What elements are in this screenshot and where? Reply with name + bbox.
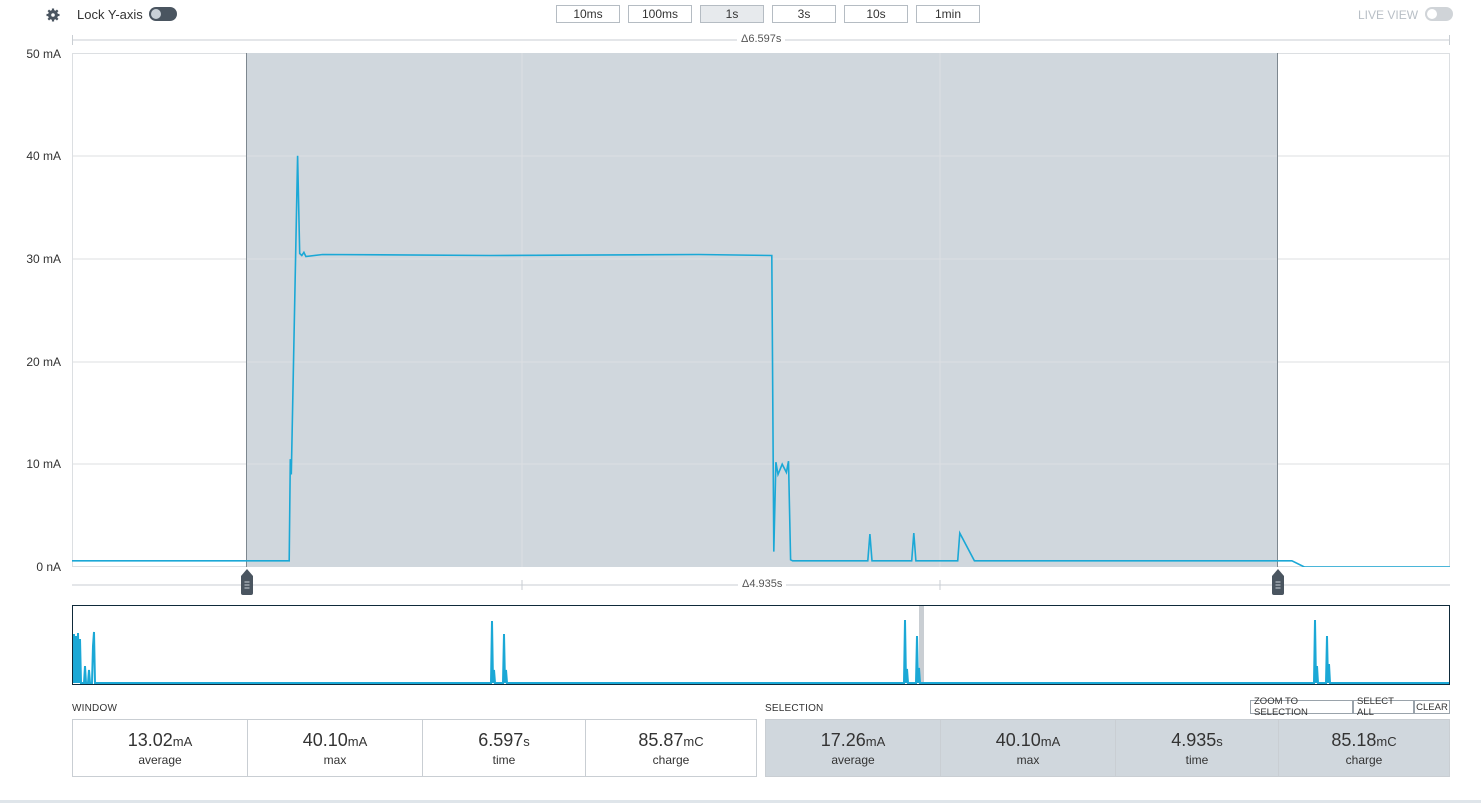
selection-time: 4.935s time	[1116, 720, 1279, 776]
selection-stats: 17.26mA average 40.10mA max 4.935s time …	[765, 719, 1450, 777]
window-100ms-button[interactable]: 100ms	[628, 5, 692, 23]
left-cursor-handle-icon[interactable]	[241, 569, 253, 595]
zoom-to-selection-button[interactable]: ZOOM TO SELECTION	[1250, 696, 1353, 718]
settings-gear-icon[interactable]	[46, 8, 60, 22]
window-1s-button[interactable]: 1s	[700, 5, 764, 23]
window-average: 13.02mA average	[73, 720, 248, 776]
selection-charge: 85.18mC charge	[1331, 729, 1397, 767]
right-cursor-handle-icon[interactable]	[1272, 569, 1284, 595]
select-all-button[interactable]: SELECT ALL	[1353, 696, 1414, 718]
window-10ms-button[interactable]: 10ms	[556, 5, 620, 23]
clear-selection-button[interactable]: CLEAR	[1414, 700, 1450, 714]
window-charge: 85.87mC charge	[638, 729, 704, 767]
lock-y-axis-label: Lock Y-axis	[77, 7, 143, 22]
live-view-label: LIVE VIEW	[1358, 8, 1419, 22]
y-tick-label: 0 nA	[36, 560, 61, 574]
selection-average: 17.26mA average	[766, 720, 941, 776]
y-tick-label: 50 mA	[26, 47, 61, 61]
window-3s-button[interactable]: 3s	[772, 5, 836, 23]
window-stats: 13.02mA average 40.10mA max 6.597s time …	[72, 719, 757, 777]
selection-area	[246, 53, 1277, 567]
window-1min-button[interactable]: 1min	[916, 5, 980, 23]
window-duration-label: Δ6.597s	[737, 33, 786, 45]
minimap-trace	[72, 606, 1449, 684]
y-tick-label: 20 mA	[26, 355, 61, 369]
selection-section-title: SELECTION	[765, 703, 824, 714]
selection-max: 40.10mA max	[941, 720, 1116, 776]
current-plot[interactable]	[72, 53, 1450, 567]
overview-minimap[interactable]	[72, 605, 1450, 685]
y-tick-label: 30 mA	[26, 252, 61, 266]
y-tick-label: 10 mA	[26, 457, 61, 471]
window-10s-button[interactable]: 10s	[844, 5, 908, 23]
selection-duration-label: Δ4.935s	[738, 578, 787, 590]
y-tick-label: 40 mA	[26, 149, 61, 163]
window-section-title: WINDOW	[72, 703, 118, 714]
window-time: 6.597s time	[423, 720, 586, 776]
live-view-toggle[interactable]	[1425, 7, 1453, 21]
lock-y-axis-toggle[interactable]	[149, 7, 177, 21]
window-max: 40.10mA max	[248, 720, 423, 776]
